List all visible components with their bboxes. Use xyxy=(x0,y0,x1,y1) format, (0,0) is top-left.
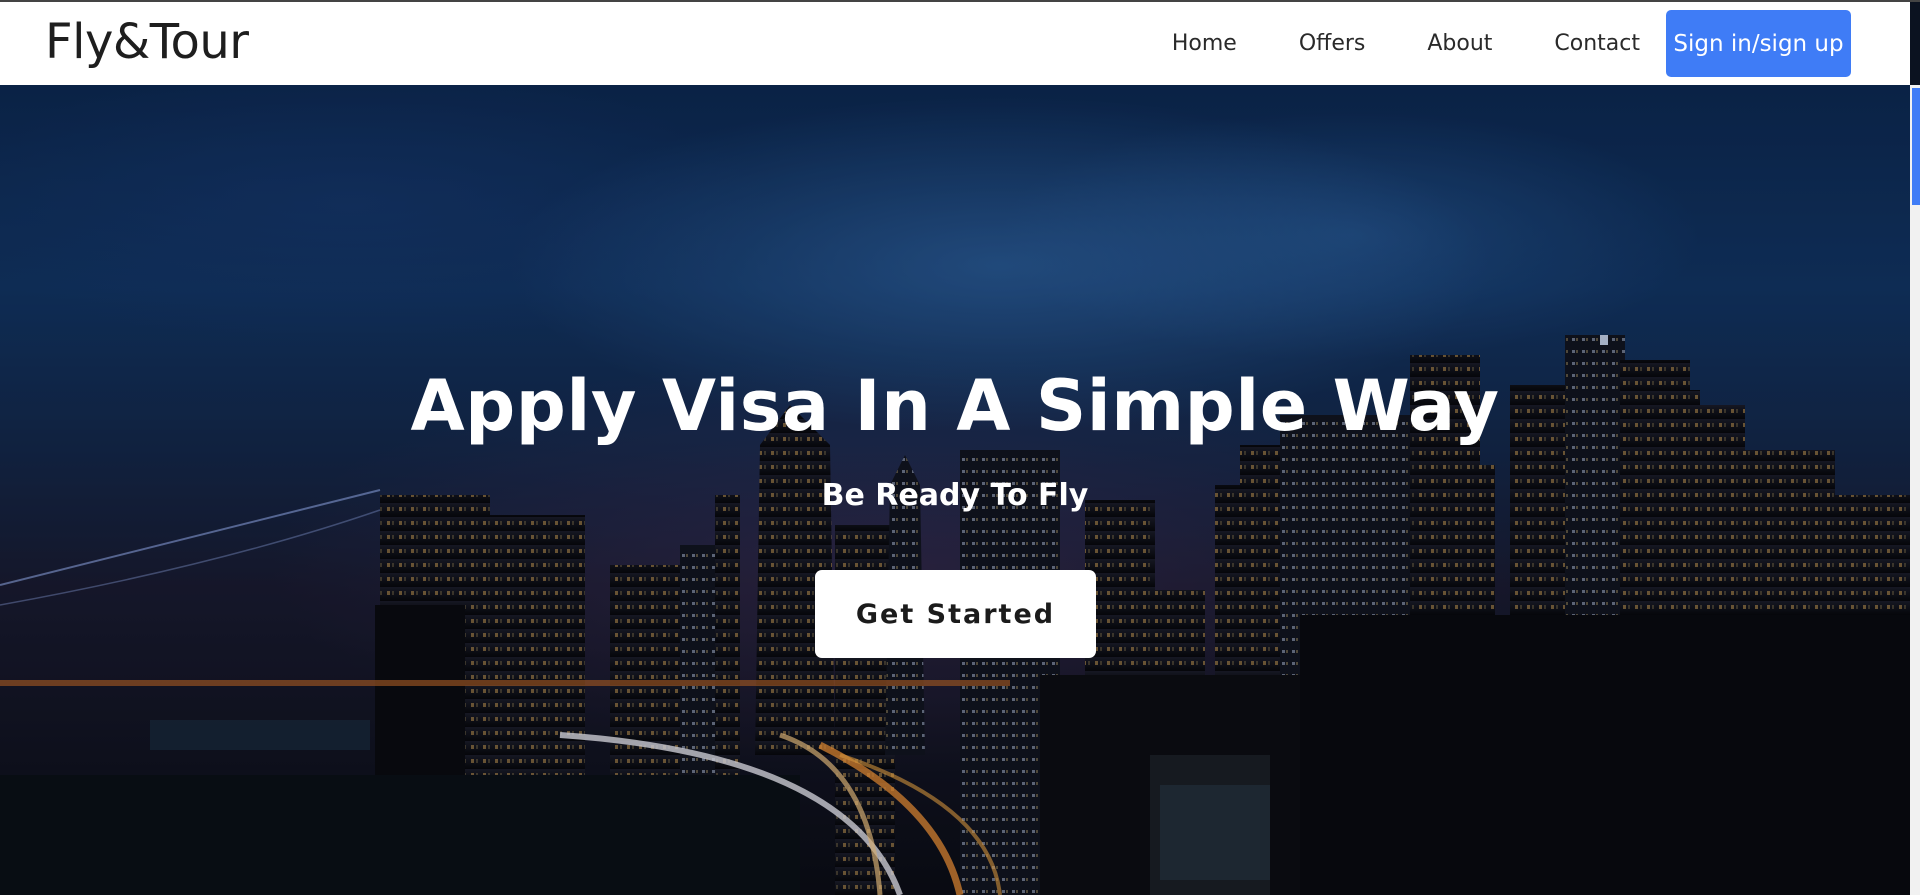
top-border xyxy=(0,0,1920,2)
nav-link-home[interactable]: Home xyxy=(1172,31,1237,56)
brand-logo[interactable]: Fly&Tour xyxy=(45,14,249,70)
scrollbar-thumb[interactable] xyxy=(1912,88,1920,205)
hero-section: Apply Visa In A Simple Way Be Ready To F… xyxy=(0,85,1910,895)
landing-page: Fly&Tour Home Offers About Contact Sign … xyxy=(0,0,1920,895)
navbar: Fly&Tour Home Offers About Contact Sign … xyxy=(0,2,1910,85)
nav-link-offers[interactable]: Offers xyxy=(1299,31,1366,56)
nav-links: Home Offers About Contact xyxy=(1110,2,1640,85)
sign-in-button[interactable]: Sign in/sign up xyxy=(1666,10,1851,77)
hero-title: Apply Visa In A Simple Way xyxy=(410,365,1500,447)
hero-subtitle: Be Ready To Fly xyxy=(821,478,1089,513)
nav-link-about[interactable]: About xyxy=(1427,31,1492,56)
nav-link-contact[interactable]: Contact xyxy=(1554,31,1640,56)
get-started-button[interactable]: Get Started xyxy=(815,570,1096,658)
scrollbar-track[interactable] xyxy=(1910,85,1920,895)
